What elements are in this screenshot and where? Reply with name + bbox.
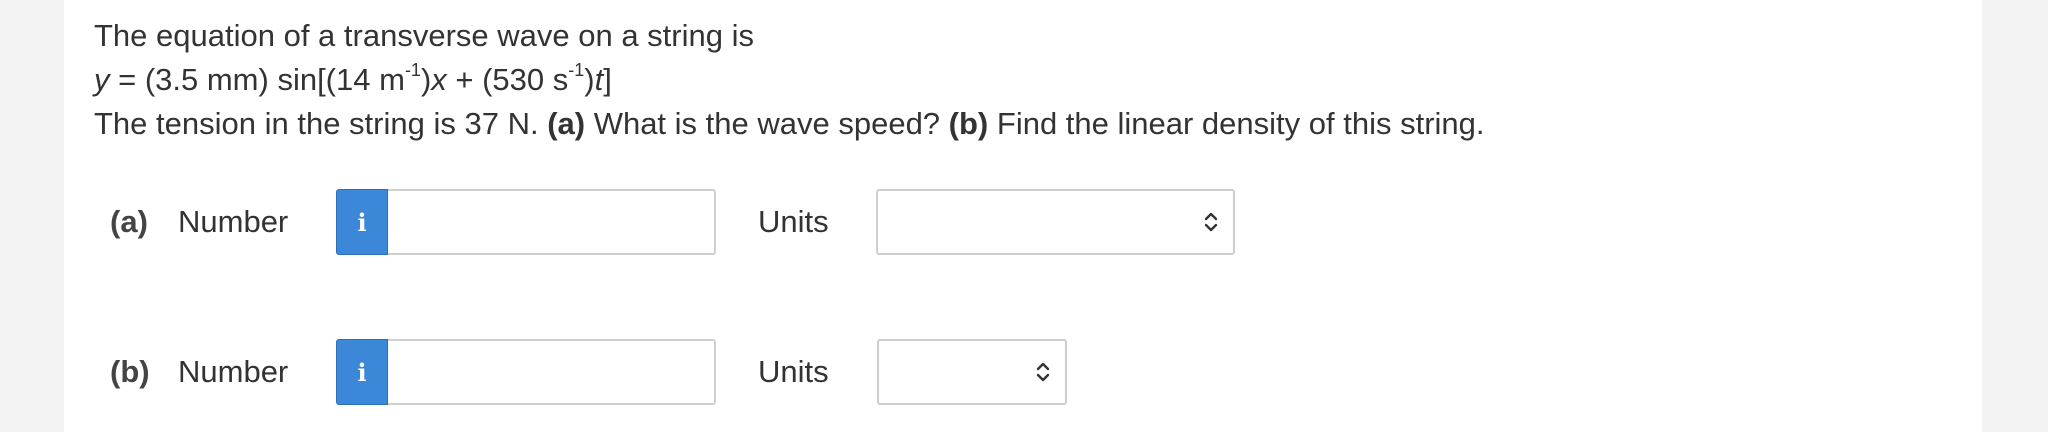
- eq-part: + (530 s: [446, 62, 569, 97]
- eq-exponent: -1: [404, 60, 421, 80]
- eq-part: = (3.5 mm) sin[(14 m: [109, 62, 405, 97]
- eq-part: ]: [603, 62, 612, 97]
- eq-exponent: -1: [568, 60, 585, 80]
- part-label: (a): [110, 204, 148, 239]
- number-label: Number: [178, 204, 289, 239]
- question-prompt: The tension in the string is 37 N. (a) W…: [94, 102, 1485, 146]
- part-a-question: What is the wave speed?: [585, 106, 949, 141]
- info-button[interactable]: i: [336, 339, 388, 405]
- part-a-marker: (a): [547, 106, 586, 141]
- number-label: Number: [178, 354, 289, 389]
- question-intro: The equation of a transverse wave on a s…: [94, 18, 754, 53]
- question-text: The equation of a transverse wave on a s…: [94, 14, 1485, 146]
- chevron-up-down-icon: [1036, 362, 1050, 382]
- eq-var-x: x: [431, 62, 447, 97]
- info-icon: i: [357, 207, 367, 237]
- units-select[interactable]: [876, 189, 1235, 255]
- info-button[interactable]: i: [336, 189, 388, 255]
- number-input[interactable]: [388, 189, 716, 255]
- part-b-question: Find the linear density of this string.: [988, 106, 1485, 141]
- part-label: (b): [110, 354, 150, 389]
- units-label: Units: [758, 204, 829, 239]
- answer-row-b: (b) Number i Units: [0, 339, 2048, 405]
- wave-equation: y = (3.5 mm) sin[(14 m-1)x + (530 s-1)t]: [94, 58, 1485, 102]
- number-input[interactable]: [388, 339, 716, 405]
- part-b-marker: (b): [948, 106, 989, 141]
- chevron-up-down-icon: [1204, 212, 1218, 232]
- tension-text: The tension in the string is 37 N.: [94, 106, 548, 141]
- eq-var-t: t: [594, 62, 604, 97]
- units-select[interactable]: [877, 339, 1067, 405]
- units-label: Units: [758, 354, 829, 389]
- eq-part: ): [584, 62, 595, 97]
- info-icon: i: [357, 357, 367, 387]
- eq-part: ): [420, 62, 432, 97]
- eq-var-y: y: [94, 62, 110, 97]
- answer-row-a: (a) Number i Units: [0, 189, 2048, 255]
